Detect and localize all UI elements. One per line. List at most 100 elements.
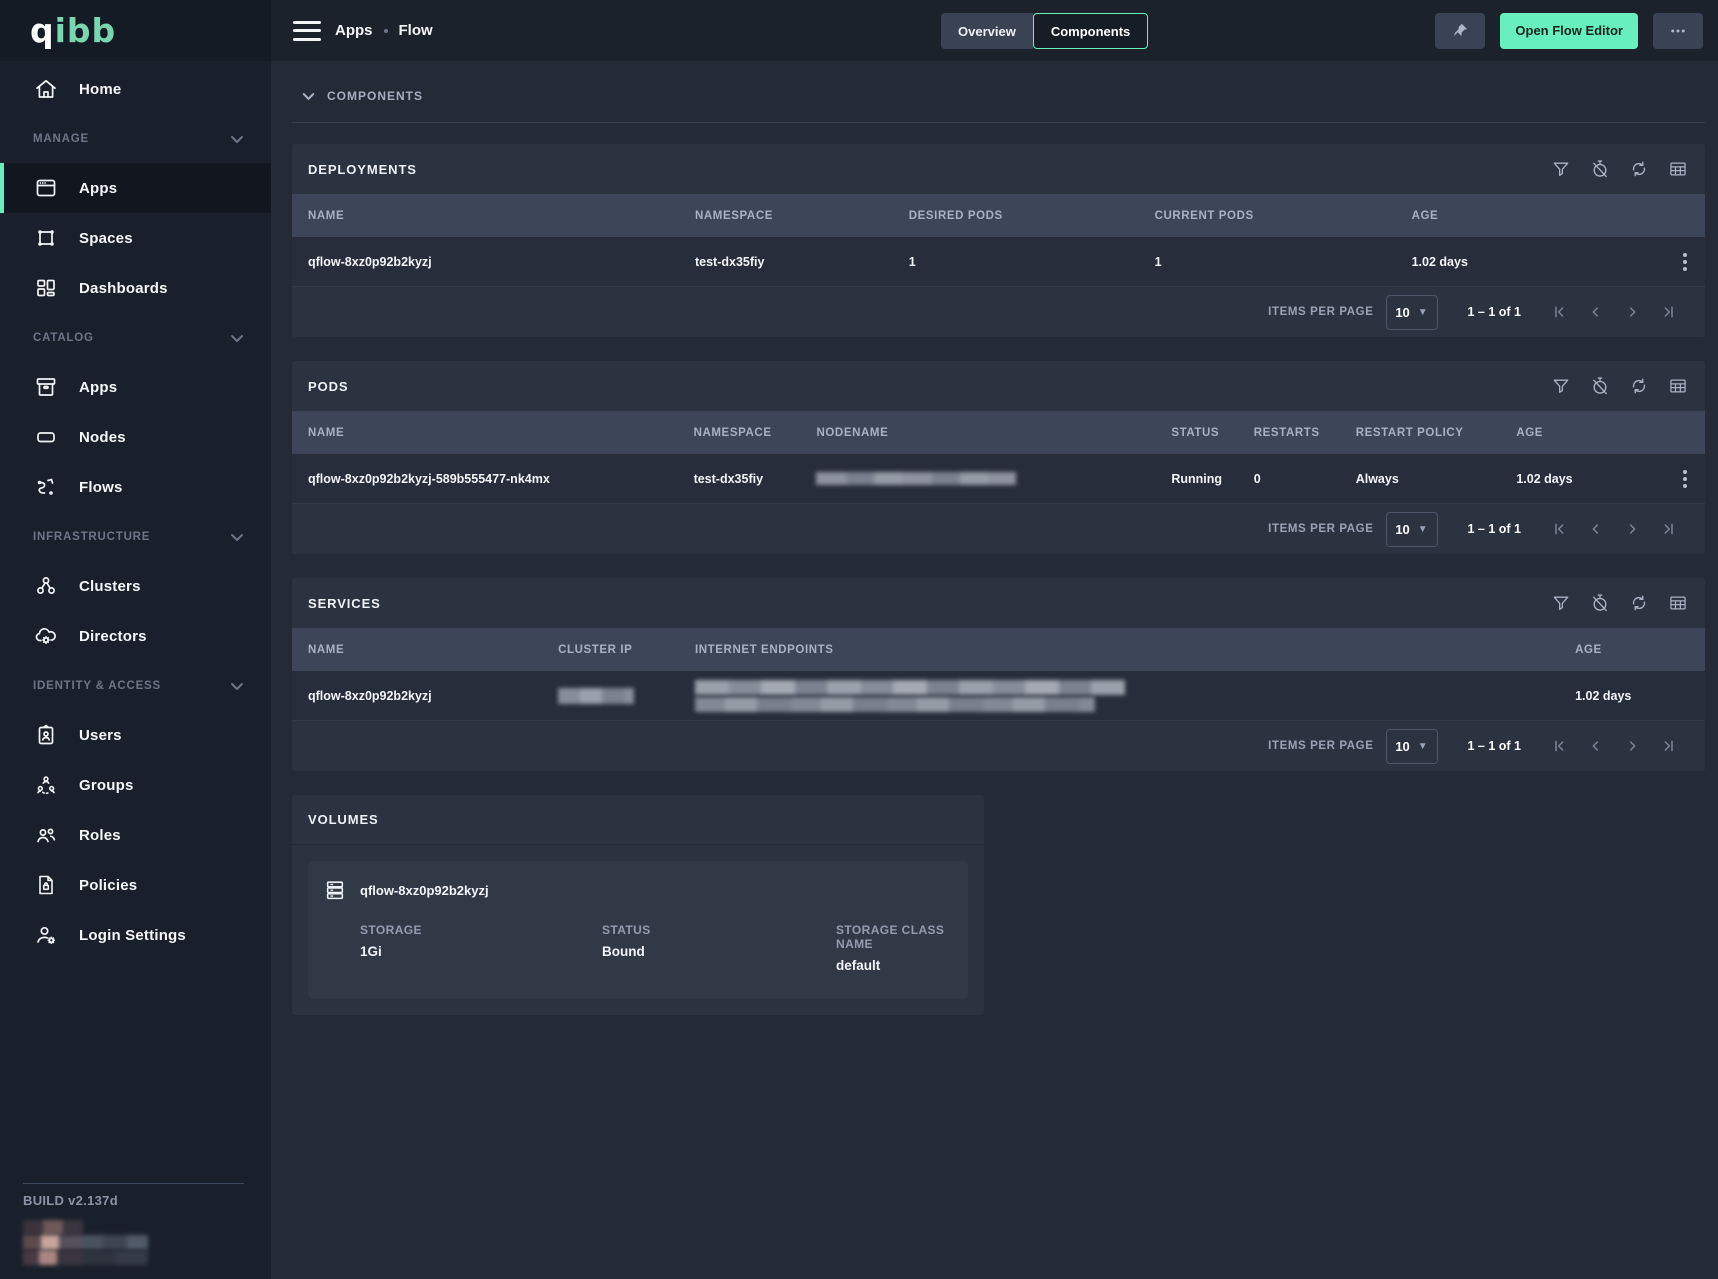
first-page-icon[interactable]: [1547, 516, 1573, 542]
home-icon: [33, 76, 59, 102]
apps-window-icon: [33, 175, 59, 201]
components-collapse-header[interactable]: COMPONENTS: [292, 83, 1705, 109]
sidebar-item-directors[interactable]: Directors: [0, 611, 271, 661]
footer-divider: [23, 1183, 244, 1184]
sidebar-item-nodes[interactable]: Nodes: [0, 412, 271, 462]
sidebar-item-roles[interactable]: Roles: [0, 810, 271, 860]
sidebar-section-identity-access[interactable]: IDENTITY & ACCESS: [0, 661, 271, 710]
prev-page-icon[interactable]: [1583, 516, 1609, 542]
tab-components[interactable]: Components: [1033, 13, 1148, 49]
chevron-down-icon: [229, 131, 245, 147]
sidebar-item-users[interactable]: Users: [0, 710, 271, 760]
sidebar-item-dashboards[interactable]: Dashboards: [0, 263, 271, 313]
pin-button[interactable]: [1435, 13, 1485, 49]
auto-refresh-off-icon[interactable]: [1587, 590, 1613, 616]
sidebar-item-apps-manage[interactable]: Apps: [0, 163, 271, 213]
filter-icon[interactable]: [1548, 590, 1574, 616]
flows-icon: [33, 474, 59, 500]
sidebar-item-label: Apps: [79, 379, 117, 396]
table-columns-icon[interactable]: [1665, 156, 1691, 182]
last-page-icon[interactable]: [1655, 516, 1681, 542]
table-row[interactable]: qflow-8xz0p92b2kyzj 1.02 days: [292, 671, 1705, 721]
pods-table-header: NAME NAMESPACE NODENAME STATUS RESTARTS …: [292, 411, 1705, 454]
breadcrumb-flow[interactable]: Flow: [399, 22, 433, 39]
page-size-select[interactable]: 10▼: [1386, 729, 1438, 764]
volume-storage-class-value: default: [836, 958, 948, 973]
sidebar-item-apps-catalog[interactable]: Apps: [0, 362, 271, 412]
sidebar-item-login-settings[interactable]: Login Settings: [0, 910, 271, 960]
sidebar-item-groups[interactable]: Groups: [0, 760, 271, 810]
filter-icon[interactable]: [1548, 373, 1574, 399]
sidebar-section-catalog[interactable]: CATALOG: [0, 313, 271, 362]
sidebar-section-infrastructure[interactable]: INFRASTRUCTURE: [0, 512, 271, 561]
sidebar-item-flows[interactable]: Flows: [0, 462, 271, 512]
volumes-title: VOLUMES: [308, 812, 379, 827]
pods-actions: [1548, 373, 1691, 399]
row-menu-icon[interactable]: [1679, 249, 1691, 275]
pod-name: qflow-8xz0p92b2kyzj-589b555477-nk4mx: [308, 472, 694, 486]
sidebar-item-label: Policies: [79, 877, 137, 894]
roles-icon: [33, 822, 59, 848]
deployment-age: 1.02 days: [1412, 255, 1468, 269]
table-columns-icon[interactable]: [1665, 373, 1691, 399]
page-range: 1 – 1 of 1: [1468, 522, 1522, 536]
table-columns-icon[interactable]: [1665, 590, 1691, 616]
sidebar-item-label: Clusters: [79, 578, 141, 595]
auto-refresh-off-icon[interactable]: [1587, 373, 1613, 399]
catalog-apps-icon: [33, 374, 59, 400]
table-row[interactable]: qflow-8xz0p92b2kyzj test-dx35fiy 1 1 1.0…: [292, 237, 1705, 287]
first-page-icon[interactable]: [1547, 299, 1573, 325]
view-tabs: Overview Components: [941, 13, 1148, 49]
users-icon: [33, 722, 59, 748]
prev-page-icon[interactable]: [1583, 733, 1609, 759]
qibb-logo[interactable]: qibb: [30, 11, 116, 50]
more-button[interactable]: [1653, 13, 1703, 49]
page-size-select[interactable]: 10▼: [1386, 295, 1438, 330]
chevron-down-icon: [229, 529, 245, 545]
last-page-icon[interactable]: [1655, 733, 1681, 759]
services-card: SERVICES NAME CLUSTER IP INTERNET ENDPOI…: [292, 578, 1705, 771]
next-page-icon[interactable]: [1619, 733, 1645, 759]
sidebar-item-label: Roles: [79, 827, 121, 844]
page-size-select[interactable]: 10▼: [1386, 512, 1438, 547]
caret-down-icon: ▼: [1418, 307, 1428, 318]
sidebar-item-label: Dashboards: [79, 280, 168, 297]
menu-icon[interactable]: [293, 21, 321, 41]
sidebar-item-clusters[interactable]: Clusters: [0, 561, 271, 611]
sidebar-item-label: Login Settings: [79, 927, 186, 944]
topbar: Apps Flow Overview Components Open Flow …: [271, 0, 1718, 61]
sidebar-item-spaces[interactable]: Spaces: [0, 213, 271, 263]
next-page-icon[interactable]: [1619, 516, 1645, 542]
table-row[interactable]: qflow-8xz0p92b2kyzj-589b555477-nk4mx tes…: [292, 454, 1705, 504]
first-page-icon[interactable]: [1547, 733, 1573, 759]
next-page-icon[interactable]: [1619, 299, 1645, 325]
refresh-icon[interactable]: [1626, 590, 1652, 616]
volume-status-value: Bound: [602, 944, 836, 959]
chevron-down-icon: [229, 330, 245, 346]
partner-logo-redacted: [23, 1220, 148, 1265]
refresh-icon[interactable]: [1626, 373, 1652, 399]
volumes-card: VOLUMES qflow-8xz0p92b2kyzj STORAGE 1Gi: [292, 795, 984, 1015]
volume-storage-icon: [324, 879, 346, 901]
last-page-icon[interactable]: [1655, 299, 1681, 325]
volume-panel[interactable]: qflow-8xz0p92b2kyzj STORAGE 1Gi STATUS B…: [308, 861, 968, 999]
sidebar-item-label: Home: [79, 81, 121, 98]
refresh-icon[interactable]: [1626, 156, 1652, 182]
sidebar-section-manage[interactable]: MANAGE: [0, 114, 271, 163]
auto-refresh-off-icon[interactable]: [1587, 156, 1613, 182]
tab-overview[interactable]: Overview: [941, 13, 1033, 49]
open-flow-editor-button[interactable]: Open Flow Editor: [1500, 13, 1638, 49]
sidebar-nav: Home MANAGE Apps Spaces Dashboards CATA: [0, 61, 271, 960]
deployment-namespace: test-dx35fiy: [695, 255, 909, 269]
sidebar-item-label: Apps: [79, 180, 117, 197]
sidebar-item-policies[interactable]: Policies: [0, 860, 271, 910]
components-header-label: COMPONENTS: [327, 89, 423, 103]
sidebar-item-home[interactable]: Home: [0, 64, 271, 114]
ellipsis-icon: [1669, 22, 1687, 40]
prev-page-icon[interactable]: [1583, 299, 1609, 325]
row-menu-icon[interactable]: [1679, 466, 1691, 492]
services-title: SERVICES: [308, 596, 381, 611]
breadcrumb-apps[interactable]: Apps: [335, 22, 373, 39]
logo-q: q: [30, 11, 55, 50]
filter-icon[interactable]: [1548, 156, 1574, 182]
